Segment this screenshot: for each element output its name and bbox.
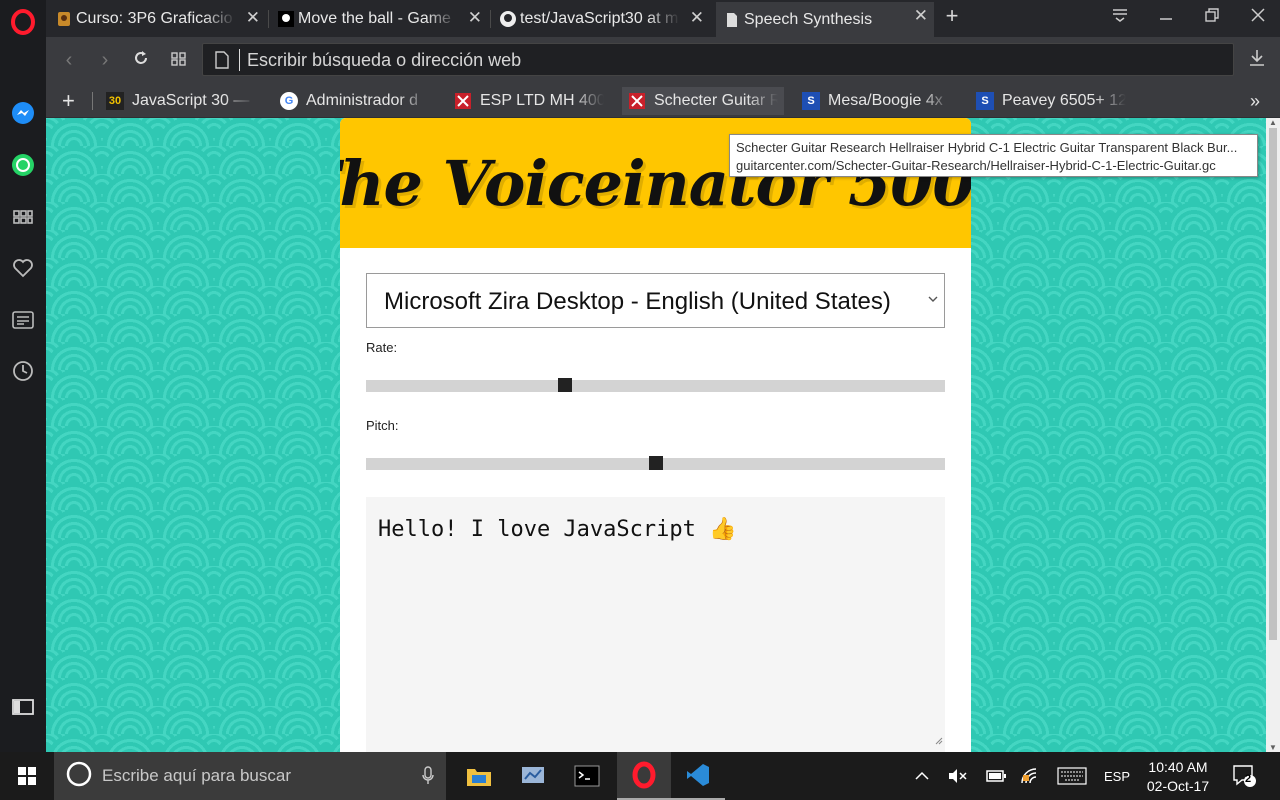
windows-start-icon[interactable] [0,752,54,800]
page-scrollbar[interactable]: ▲ ▼ [1266,118,1280,752]
course-favicon-icon [56,11,72,27]
show-hidden-icons[interactable] [915,752,929,800]
store-favicon-icon: S [976,92,994,110]
voiceinator-panel: The Voiceinator 5000 Microsoft Zira Desk… [340,118,971,752]
clock-time: 10:40 AM [1148,759,1208,775]
page-icon [215,51,229,74]
sidebar-toggle-icon[interactable] [11,695,35,719]
command-prompt-icon[interactable] [560,752,614,800]
heart-icon[interactable] [11,256,35,280]
cortana-icon [66,761,92,792]
reload-icon[interactable] [130,49,152,73]
tab-close-icon[interactable]: ✕ [914,6,928,26]
clock[interactable]: 10:40 AM 02-Oct-17 [1140,758,1216,796]
history-icon[interactable] [11,359,35,383]
rate-label: Rate: [366,340,398,355]
google-icon: G [280,92,298,110]
guitarcenter-favicon-icon [628,92,646,110]
whatsapp-icon[interactable] [11,153,35,177]
document-icon [724,12,740,28]
file-explorer-icon[interactable] [452,752,506,800]
tooltip-url: guitarcenter.com/Schecter-Guitar-Researc… [736,158,1216,173]
opera-taskbar-icon[interactable] [617,752,671,800]
rate-slider-thumb[interactable] [557,378,572,392]
speed-dial-icon[interactable] [168,49,190,72]
news-icon[interactable] [11,308,35,332]
close-window-icon[interactable] [1246,6,1270,27]
back-icon[interactable]: ‹ [58,49,80,72]
forward-icon[interactable]: › [94,49,116,72]
bookmark-mesa-boogie[interactable]: S Mesa/Boogie 4x [796,87,958,115]
speech-text-area[interactable]: Hello! I love JavaScript 👍 [366,497,945,752]
microphone-icon[interactable] [422,766,434,791]
address-input[interactable] [247,49,1147,71]
notification-count: 2 [1245,773,1252,785]
add-bookmark-icon[interactable]: + [56,87,81,115]
bookmark-javascript30[interactable]: 30 JavaScript 30 — [100,87,262,115]
store-favicon-icon: S [802,92,820,110]
address-row: ‹ › [46,37,1280,83]
bookmark-esp-ltd[interactable]: ESP LTD MH 400 [448,87,610,115]
speed-dial-icon[interactable] [11,205,35,229]
scrollbar-thumb[interactable] [1269,128,1277,640]
wifi-icon[interactable] [1020,752,1042,800]
tab-close-icon[interactable]: ✕ [690,8,704,28]
javascript30-favicon-icon: 30 [106,92,124,110]
minimize-icon[interactable] [1154,6,1178,27]
rate-slider[interactable] [366,378,945,392]
download-icon[interactable] [1246,49,1268,73]
scroll-down-icon[interactable]: ▼ [1266,743,1280,752]
game-favicon-icon [278,10,294,27]
battery-icon[interactable] [985,752,1007,800]
tab-close-icon[interactable]: ✕ [246,8,260,28]
tab-github[interactable]: test/JavaScript30 at m ✕ [492,4,710,33]
language-indicator[interactable]: ESP [1104,752,1130,800]
restore-icon[interactable] [1200,6,1224,27]
github-icon [500,10,516,27]
address-bar[interactable] [202,43,1234,76]
control-panel-icon[interactable] [506,752,560,800]
bookmark-tooltip: Schecter Guitar Research Hellraiser Hybr… [729,134,1258,177]
pitch-slider-thumb[interactable] [648,456,663,470]
page-viewport: The Voiceinator 5000 Microsoft Zira Desk… [46,118,1266,752]
speech-text: Hello! I love JavaScript 👍 [378,517,737,542]
volume-muted-icon[interactable] [948,752,968,800]
tab-speech-synthesis[interactable]: Speech Synthesis ✕ [716,2,934,37]
taskbar: ESP 10:40 AM 02-Oct-17 2 [0,752,1280,800]
tab-close-icon[interactable]: ✕ [468,8,482,28]
voice-select[interactable]: Microsoft Zira Desktop - English (United… [366,273,945,328]
messenger-icon[interactable] [11,101,35,125]
taskbar-search-input[interactable] [102,766,402,786]
opera-menu-icon[interactable] [9,8,37,36]
guitarcenter-favicon-icon [454,92,472,110]
clock-date: 02-Oct-17 [1146,778,1210,794]
pitch-label: Pitch: [366,418,399,433]
taskbar-search[interactable] [54,752,446,800]
tab-menu-icon[interactable] [1108,6,1132,27]
scroll-up-icon[interactable]: ▲ [1266,118,1280,127]
tab-move-the-ball[interactable]: Move the ball - Game ✕ [270,4,488,33]
vscode-icon[interactable] [671,752,725,800]
tab-bar: Curso: 3P6 Graficacio ✕ Move the ball - … [46,0,1280,37]
voice-select-value: Microsoft Zira Desktop - English (United… [384,288,891,315]
tab-curso[interactable]: Curso: 3P6 Graficacio ✕ [48,4,266,33]
bookmark-peavey[interactable]: S Peavey 6505+ 12 [970,87,1132,115]
new-tab-icon[interactable]: + [940,3,964,29]
keyboard-icon[interactable] [1057,752,1087,800]
action-center-icon[interactable]: 2 [1232,752,1258,800]
more-bookmarks-icon[interactable]: » [1244,87,1266,115]
resize-handle-icon[interactable] [935,732,943,750]
bookmark-schecter[interactable]: Schecter Guitar R [622,87,784,115]
bookmarks-bar: + 30 JavaScript 30 — G Administrador d E… [46,83,1280,118]
pitch-slider[interactable] [366,456,945,470]
chevron-down-icon [928,291,938,306]
tooltip-title: Schecter Guitar Research Hellraiser Hybr… [736,140,1238,155]
opera-sidebar [0,0,46,752]
bookmark-administrador[interactable]: G Administrador d [274,87,436,115]
